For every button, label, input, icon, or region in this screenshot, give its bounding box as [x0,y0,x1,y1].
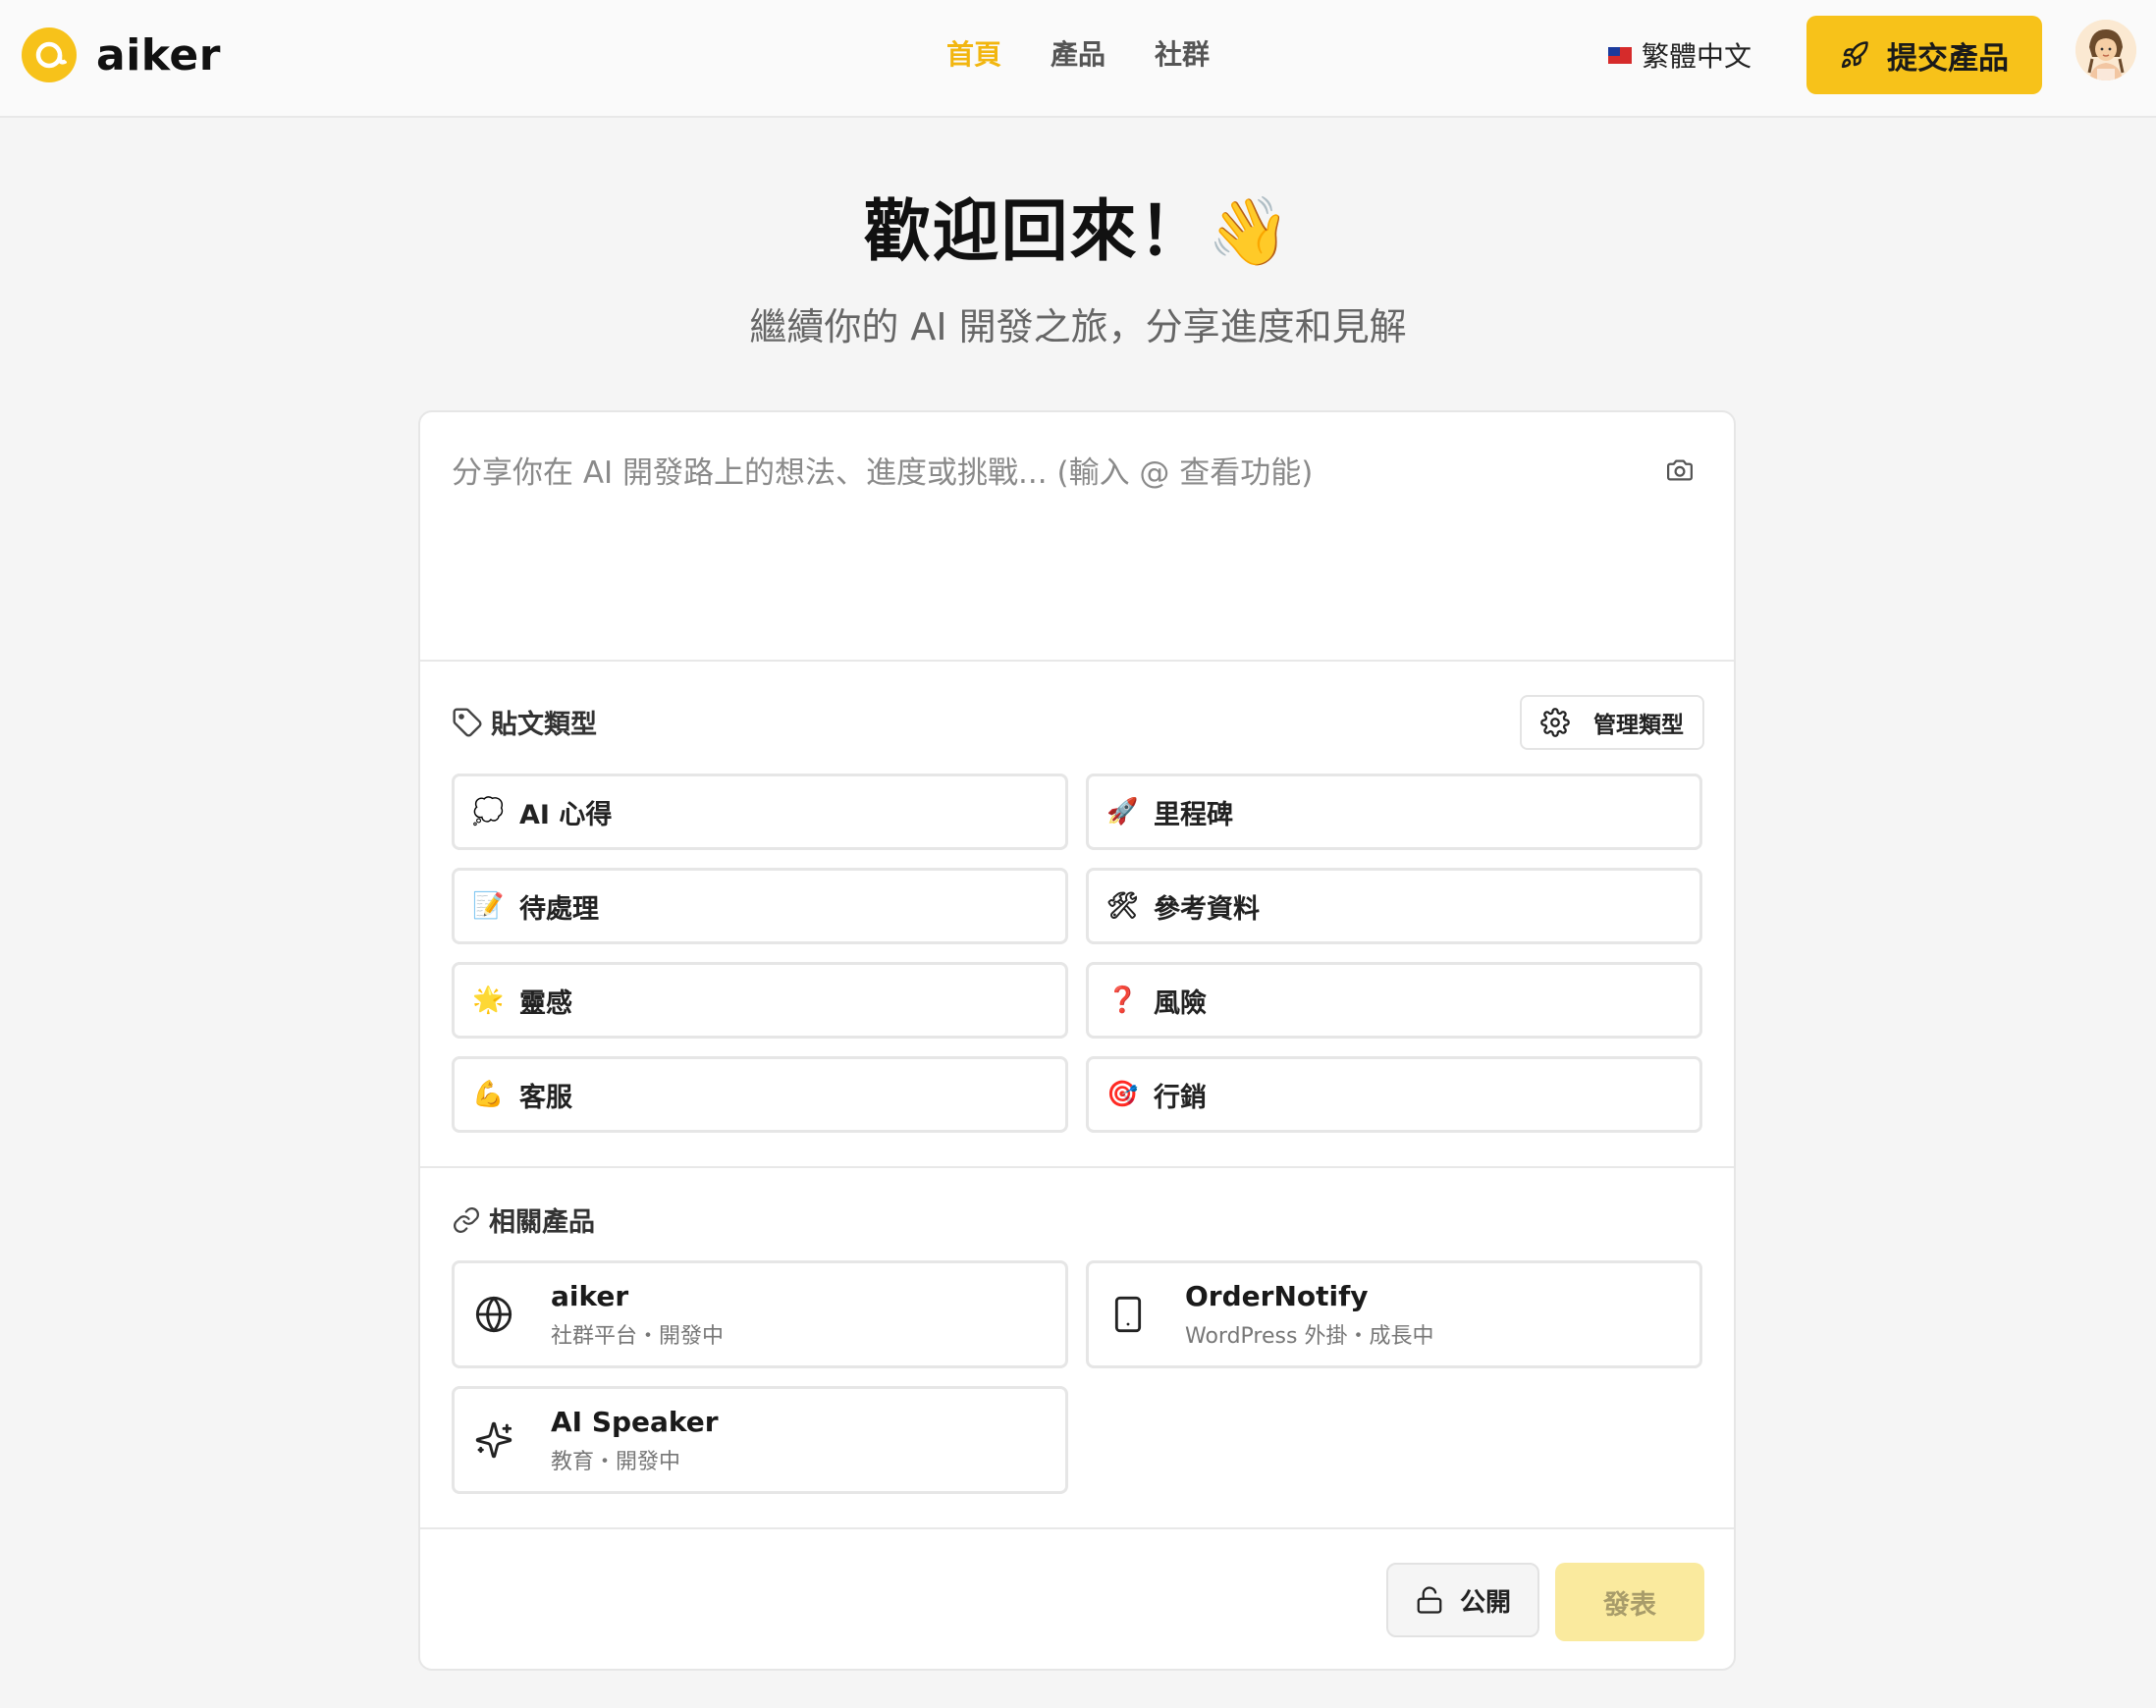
flexed-biceps-icon: 💪 [472,1080,505,1109]
welcome-title: 歡迎回來！👋 [863,193,1293,271]
logo-at-icon [22,27,77,82]
globe-icon [472,1293,515,1336]
post-composer-card: 貼文類型 管理類型 💭 AI 心得 🚀 里程碑 📝 待處理 🛠 參考資料 🌟 靈… [418,410,1736,1671]
rocket-icon [1841,41,1868,69]
post-type-label: 待處理 [519,893,599,925]
question-mark-icon: ❓ [1106,986,1139,1015]
language-selector[interactable]: 繁體中文 [1608,35,1752,75]
glowing-star-icon: 🌟 [472,986,505,1015]
post-type-section-label: 貼文類型 [452,703,597,741]
top-header: aiker 首頁 產品 社群 繁體中文 提交產品 [0,0,2156,118]
post-type-label: 行銷 [1154,1082,1207,1113]
user-avatar[interactable] [2075,20,2136,80]
post-type-label: 客服 [519,1082,572,1113]
related-products-label-text: 相關產品 [489,1207,595,1238]
post-type-label: 里程碑 [1154,799,1233,830]
rocket-icon: 🚀 [1106,797,1139,827]
tablet-icon [1106,1293,1150,1336]
post-type-risk[interactable]: ❓ 風險 [1086,962,1702,1039]
product-meta: 教育・開發中 [551,1449,681,1474]
post-type-label: 風險 [1154,987,1207,1019]
gear-icon [1540,708,1570,737]
manage-types-label: 管理類型 [1593,713,1684,738]
camera-icon[interactable] [1665,455,1695,489]
post-type-label: 靈感 [519,987,572,1019]
manage-types-button[interactable]: 管理類型 [1520,695,1704,750]
target-icon: 🎯 [1106,1080,1139,1109]
post-content-input[interactable] [452,448,1630,624]
post-type-ai-insight[interactable]: 💭 AI 心得 [452,774,1068,850]
product-name: OrderNotify [1185,1279,1369,1312]
logo-text: aiker [96,29,221,80]
product-meta: WordPress 外掛・成長中 [1185,1323,1434,1349]
product-name: aiker [551,1279,629,1312]
post-type-inspiration[interactable]: 🌟 靈感 [452,962,1068,1039]
sparkles-icon [472,1418,515,1462]
product-card-aiker[interactable]: aiker 社群平台・開發中 [452,1260,1068,1368]
product-card-ordernotify[interactable]: OrderNotify WordPress 外掛・成長中 [1086,1260,1702,1368]
tag-icon [453,707,482,737]
post-type-label-text: 貼文類型 [491,710,597,740]
thought-bubble-icon: 💭 [472,797,505,827]
post-type-label: 參考資料 [1154,893,1260,925]
main-nav: 首頁 產品 社群 [946,35,1259,75]
post-type-support[interactable]: 💪 客服 [452,1056,1068,1133]
product-card-ai-speaker[interactable]: AI Speaker 教育・開發中 [452,1386,1068,1494]
taiwan-flag-icon [1608,46,1632,64]
logo[interactable]: aiker [22,27,221,82]
post-type-milestone[interactable]: 🚀 里程碑 [1086,774,1702,850]
composer-area [420,412,1734,662]
visibility-toggle-button[interactable]: 公開 [1386,1563,1539,1637]
nav-home[interactable]: 首頁 [946,35,1001,75]
nav-products[interactable]: 產品 [1051,35,1105,75]
post-type-reference[interactable]: 🛠 參考資料 [1086,868,1702,944]
nav-community[interactable]: 社群 [1155,35,1210,75]
tools-icon: 🛠 [1106,891,1140,921]
submit-product-label: 提交產品 [1887,40,2009,76]
link-icon [454,1206,479,1233]
post-type-label: AI 心得 [519,799,613,830]
section-divider [420,1527,1734,1529]
visibility-label: 公開 [1459,1587,1511,1618]
section-divider [420,1166,1734,1168]
related-products-label: 相關產品 [452,1201,595,1239]
product-meta: 社群平台・開發中 [551,1323,725,1349]
language-label: 繁體中文 [1642,40,1752,73]
memo-icon: 📝 [472,891,505,921]
submit-product-button[interactable]: 提交產品 [1806,16,2042,94]
post-type-marketing[interactable]: 🎯 行銷 [1086,1056,1702,1133]
welcome-subtitle: 繼續你的 AI 開發之旅，分享進度和見解 [749,305,1407,348]
publish-post-button[interactable]: 發表 [1555,1563,1704,1641]
product-name: AI Speaker [551,1405,719,1438]
post-type-todo[interactable]: 📝 待處理 [452,868,1068,944]
unlock-icon [1417,1586,1442,1614]
